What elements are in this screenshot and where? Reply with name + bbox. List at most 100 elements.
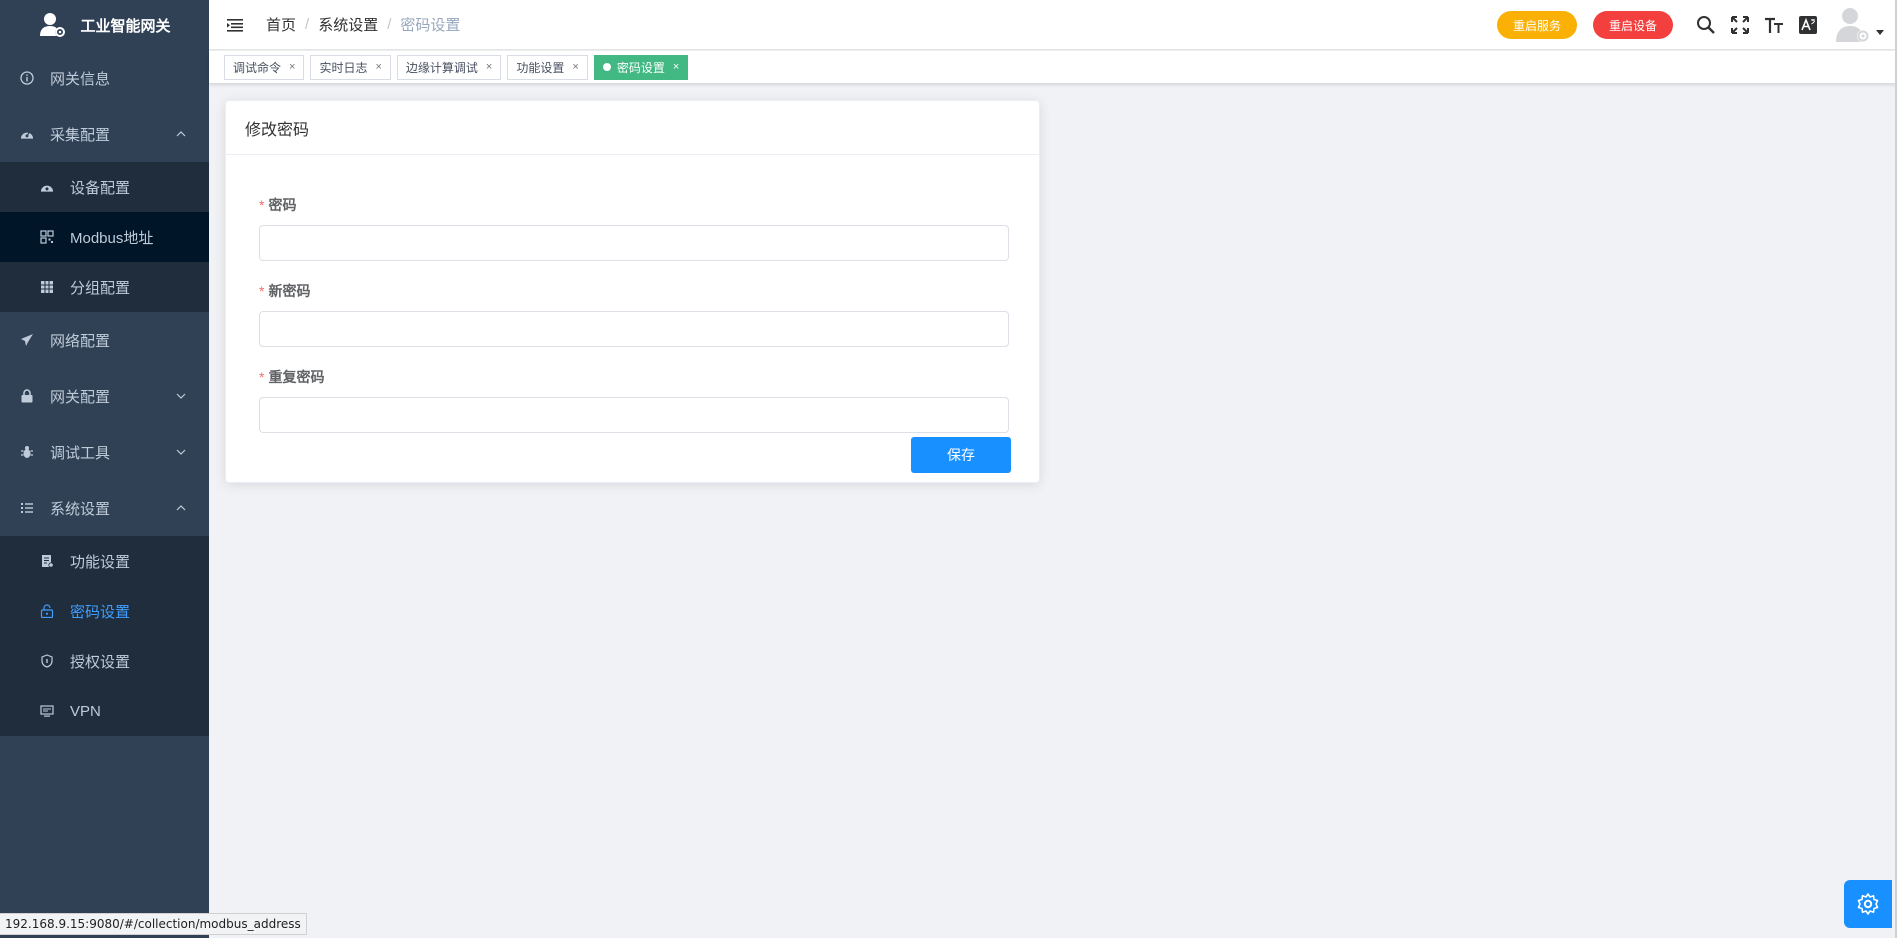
tag-label: 边缘计算调试 [405, 60, 478, 75]
table-icon [40, 280, 54, 294]
status-url: 192.168.9.15:9080/#/collection/modbus_ad… [0, 913, 307, 935]
label-text: 密码 [268, 197, 297, 213]
sidebar-item-password-settings[interactable]: 密码设置 [0, 586, 209, 636]
required-mark: * [259, 197, 265, 213]
breadcrumb-separator: / [305, 16, 310, 33]
hamburger-icon[interactable] [226, 16, 244, 34]
navbar-right: 重启服务 重启设备 [1496, 0, 1885, 50]
monitor-icon [40, 704, 54, 718]
close-icon[interactable]: × [486, 61, 492, 73]
label-text: 重复密码 [268, 369, 325, 385]
unlock-icon [40, 604, 54, 618]
settings-button[interactable] [1844, 880, 1892, 928]
send-icon [20, 333, 34, 347]
app-logo[interactable]: 工业智能网关 [0, 0, 209, 50]
tag-label: 密码设置 [616, 60, 665, 75]
info-icon [20, 71, 34, 85]
sidebar-item-label: 调试工具 [50, 444, 111, 462]
sidebar-item-device-config[interactable]: 设备配置 [0, 162, 209, 212]
caret-down-icon[interactable] [1875, 27, 1885, 37]
sidebar-item-label: 授权设置 [70, 653, 131, 671]
dashboard-icon [20, 127, 34, 141]
tag-edge-computing-debug[interactable]: 边缘计算调试 × [396, 54, 502, 80]
user-gear-icon [40, 13, 66, 37]
bug-icon [20, 445, 34, 459]
shield-icon [40, 654, 54, 668]
dashboard-icon [40, 180, 54, 194]
repeat-password-input[interactable] [259, 397, 1009, 433]
sidebar-item-label: VPN [70, 702, 101, 720]
chevron-down-icon [176, 449, 186, 455]
sidebar-item-label: 设备配置 [70, 179, 131, 197]
change-password-card: 修改密码 * 密码 * 新密码 * 重复密码 保存 [225, 100, 1040, 483]
sidebar-item-label: 分组配置 [70, 279, 131, 297]
restart-device-button[interactable]: 重启设备 [1592, 11, 1673, 39]
tag-function-settings[interactable]: 功能设置 × [507, 54, 588, 80]
tags-view: 调试命令 × 实时日志 × 边缘计算调试 × 功能设置 × 密码设置 × [209, 51, 1897, 84]
sidebar-item-group-config[interactable]: 分组配置 [0, 262, 209, 312]
close-icon[interactable]: × [572, 61, 578, 73]
sidebar-item-label: 系统设置 [50, 500, 111, 518]
tag-realtime-log[interactable]: 实时日志 × [310, 54, 391, 80]
new-password-input[interactable] [259, 311, 1009, 347]
sidebar-item-network[interactable]: 网络配置 [0, 312, 209, 368]
submenu-collection: 设备配置 Modbus地址 分组配置 [0, 162, 209, 312]
save-button[interactable]: 保存 [911, 437, 1011, 473]
sidebar-item-label: 网关配置 [50, 388, 111, 406]
chevron-up-icon [176, 505, 186, 511]
sidebar-item-debug-tools[interactable]: 调试工具 [0, 424, 209, 480]
sidebar-item-function-settings[interactable]: 功能设置 [0, 536, 209, 586]
sidebar-item-label: 功能设置 [70, 553, 131, 571]
qrcode-icon [40, 230, 54, 244]
sidebar-item-modbus-address[interactable]: Modbus地址 [0, 212, 209, 262]
breadcrumb-home[interactable]: 首页 [266, 14, 296, 35]
search-icon[interactable] [1695, 14, 1717, 36]
chevron-up-icon [176, 131, 186, 137]
navbar: 首页 / 系统设置 / 密码设置 重启服务 重启设备 [209, 0, 1897, 50]
breadcrumb-separator: / [387, 16, 392, 33]
restart-service-button[interactable]: 重启服务 [1496, 11, 1577, 39]
card-title: 修改密码 [226, 101, 1039, 155]
sidebar-item-label: 网关信息 [50, 70, 111, 88]
font-size-icon[interactable] [1763, 14, 1785, 36]
fullscreen-icon[interactable] [1729, 14, 1751, 36]
sidebar-item-collection[interactable]: 采集配置 [0, 106, 209, 162]
password-input[interactable] [259, 225, 1009, 261]
label-text: 新密码 [268, 283, 311, 299]
tag-label: 实时日志 [319, 60, 368, 75]
document-icon [40, 554, 54, 568]
required-mark: * [259, 283, 265, 299]
close-icon[interactable]: × [375, 61, 381, 73]
sidebar-item-label: 网络配置 [50, 332, 111, 350]
active-dot [602, 63, 611, 71]
lock-icon [20, 389, 34, 403]
tag-label: 调试命令 [233, 60, 282, 75]
sidebar-item-system-settings[interactable]: 系统设置 [0, 480, 209, 536]
sidebar-item-gateway-info[interactable]: 网关信息 [0, 50, 209, 106]
avatar[interactable] [1833, 5, 1873, 45]
chevron-down-icon [176, 393, 186, 399]
password-form: * 密码 * 新密码 * 重复密码 [226, 195, 1039, 433]
password-label: * 密码 [259, 195, 1006, 215]
tag-password-settings[interactable]: 密码设置 × [593, 54, 689, 80]
submenu-system-settings: 功能设置 密码设置 授权设置 VPN [0, 536, 209, 736]
close-icon[interactable]: × [289, 61, 295, 73]
sidebar-item-label: 密码设置 [70, 603, 131, 621]
language-icon[interactable] [1797, 14, 1819, 36]
required-mark: * [259, 369, 265, 385]
tag-debug-command[interactable]: 调试命令 × [224, 54, 305, 80]
sidebar: 工业智能网关 网关信息 采集配置 设备配置 Modbus地址 分组配置 网络配置… [0, 0, 209, 938]
sidebar-item-gateway-config[interactable]: 网关配置 [0, 368, 209, 424]
sidebar-item-license-settings[interactable]: 授权设置 [0, 636, 209, 686]
sidebar-item-label: Modbus地址 [70, 229, 154, 247]
repeat-password-label: * 重复密码 [259, 367, 1006, 387]
list-icon [20, 501, 34, 515]
sidebar-item-vpn[interactable]: VPN [0, 686, 209, 736]
close-icon[interactable]: × [673, 61, 679, 73]
gear-icon [1857, 893, 1879, 915]
breadcrumb: 首页 / 系统设置 / 密码设置 [266, 14, 460, 35]
app-title: 工业智能网关 [80, 17, 171, 35]
tag-label: 功能设置 [516, 60, 565, 75]
breadcrumb-system-settings[interactable]: 系统设置 [318, 14, 378, 35]
breadcrumb-current: 密码设置 [400, 17, 461, 34]
